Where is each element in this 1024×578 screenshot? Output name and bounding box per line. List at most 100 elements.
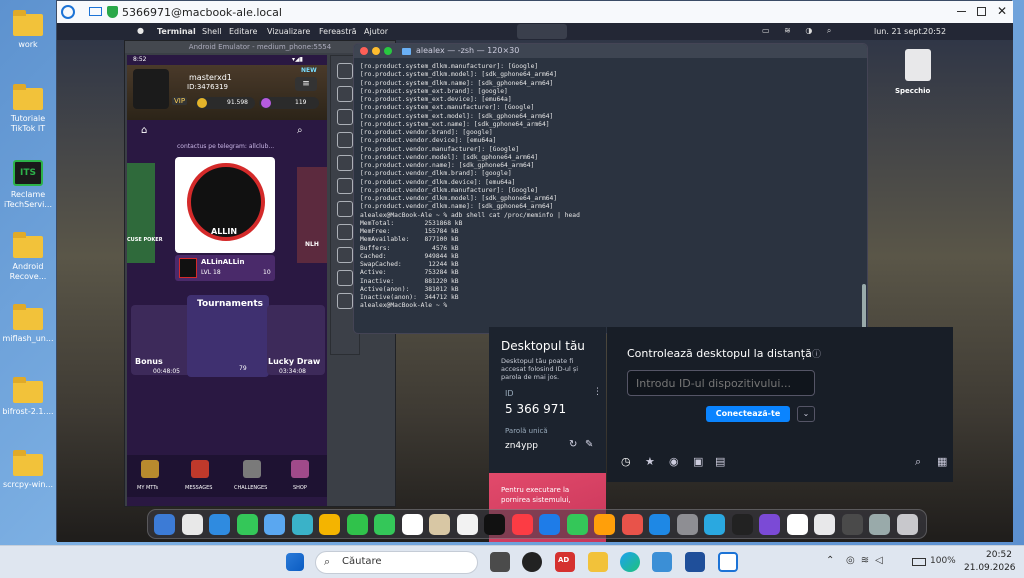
rotate-icon[interactable] <box>337 132 353 148</box>
search-icon[interactable]: ⌕ <box>297 125 303 136</box>
zoom-dot[interactable] <box>384 47 392 55</box>
maps-icon[interactable] <box>291 514 313 535</box>
star-tab-icon[interactable]: ★ <box>645 455 655 468</box>
volume-up-icon[interactable] <box>337 86 353 102</box>
music-icon[interactable] <box>511 514 533 535</box>
desktop-icon[interactable]: work <box>2 10 54 50</box>
nav-my-mtts-icon[interactable] <box>141 460 159 478</box>
desktop-icon[interactable]: miflash_un... <box>2 304 54 344</box>
remote-desktop-icon[interactable] <box>652 552 672 572</box>
nav-challenges[interactable]: CHALLENGES <box>234 485 267 491</box>
vip-badge[interactable]: VIP <box>172 97 188 105</box>
desktop-icon[interactable]: Android Recove... <box>2 232 54 282</box>
stack-icon[interactable] <box>869 514 890 535</box>
file-explorer-icon[interactable] <box>588 552 608 572</box>
nav-shop[interactable]: SHOP <box>293 485 307 491</box>
appstore-icon[interactable] <box>649 514 670 535</box>
minimize-icon[interactable] <box>957 11 966 12</box>
close-icon[interactable]: ✕ <box>997 4 1007 18</box>
avatar[interactable] <box>133 69 169 109</box>
finder-icon[interactable] <box>154 514 175 535</box>
home-button-icon[interactable] <box>337 247 353 263</box>
remote-window-titlebar[interactable]: 5366971@macbook-ale.local ✕ <box>57 1 1013 23</box>
search-box[interactable] <box>315 551 478 574</box>
menu-fereastra[interactable]: Fereastră <box>319 27 357 36</box>
nav-messages-icon[interactable] <box>191 460 209 478</box>
screens-tab-icon[interactable]: ▤ <box>715 455 725 468</box>
mail-icon[interactable] <box>264 514 285 535</box>
clock-tab-icon[interactable]: ◷ <box>621 455 631 468</box>
specchio-icon[interactable] <box>905 49 931 81</box>
menu-editare[interactable]: Editare <box>229 27 257 36</box>
phone-icon[interactable] <box>374 514 395 535</box>
contacts-icon[interactable] <box>429 514 450 535</box>
maximize-icon[interactable] <box>977 7 986 16</box>
edit-icon[interactable]: ✎ <box>585 439 593 450</box>
search-icon[interactable]: ⌕ <box>915 455 921 469</box>
terminal-window[interactable]: alealex — -zsh — 120×30 [ro.product.syst… <box>353 43 868 334</box>
camera-icon[interactable] <box>337 155 353 171</box>
facetime-icon[interactable] <box>346 514 368 535</box>
terminal-titlebar[interactable]: alealex — -zsh — 120×30 <box>354 44 867 58</box>
trash-icon[interactable] <box>896 514 918 535</box>
keynote-icon[interactable] <box>539 514 560 535</box>
minimize-dot[interactable] <box>372 47 380 55</box>
numbers-icon[interactable] <box>566 514 588 535</box>
left-table-card[interactable] <box>127 163 155 263</box>
tv-icon[interactable] <box>484 514 505 535</box>
help-icon[interactable]: ⓘ <box>812 347 821 360</box>
close-dot[interactable] <box>360 47 368 55</box>
edge-icon[interactable] <box>620 552 640 572</box>
more-icon[interactable] <box>337 293 353 309</box>
terminal-icon[interactable] <box>731 514 753 535</box>
anydesk-dock-icon[interactable] <box>704 514 725 535</box>
grid-view-icon[interactable]: ▦ <box>937 455 947 468</box>
refresh-icon[interactable]: ↻ <box>569 439 577 450</box>
menu-button[interactable]: ≡ <box>295 77 317 91</box>
volume-down-icon[interactable] <box>337 109 353 125</box>
rocket-icon[interactable] <box>621 514 643 535</box>
start-icon[interactable] <box>286 553 304 571</box>
terminal-scrollbar[interactable] <box>862 284 866 332</box>
app-taskbar-icon[interactable] <box>718 552 738 572</box>
home-icon[interactable]: ⌂ <box>141 125 147 136</box>
desktop-icon[interactable]: scrcpy-win... <box>2 450 54 490</box>
menu-shell[interactable]: Shell <box>202 27 222 36</box>
device-id-input[interactable] <box>627 370 815 396</box>
connect-button[interactable]: Conectează-te <box>706 406 790 422</box>
settings-icon[interactable] <box>676 514 698 535</box>
apple-icon[interactable]: ● <box>137 26 144 35</box>
document-icon[interactable] <box>814 514 835 535</box>
menu-terminal[interactable]: Terminal <box>157 27 196 36</box>
photos-icon[interactable] <box>319 514 340 535</box>
remote-desktop-window[interactable]: 5366971@macbook-ale.local ✕ ● Terminal S… <box>56 0 1013 542</box>
reminders-icon[interactable] <box>456 514 478 535</box>
monitor-icon[interactable] <box>89 7 102 16</box>
remote-toolbar[interactable] <box>517 24 567 39</box>
desktop-icon[interactable]: bifrost-2.1.... <box>2 377 54 417</box>
task-view-icon[interactable] <box>490 552 510 572</box>
messages-icon[interactable] <box>236 514 258 535</box>
pages-icon[interactable] <box>594 514 615 535</box>
chatgpt-icon[interactable] <box>522 552 542 572</box>
chevron-down-icon[interactable]: ⌄ <box>797 406 815 422</box>
power-icon[interactable] <box>337 63 353 79</box>
tray-chevron-icon[interactable]: ⌃ <box>826 555 834 566</box>
safari-icon[interactable] <box>209 514 230 535</box>
nav-challenges-icon[interactable] <box>243 460 261 478</box>
nav-shop-icon[interactable] <box>291 460 309 478</box>
id-options-icon[interactable]: ⋮ <box>593 387 602 397</box>
nav-my-mtts[interactable]: MY MTTs <box>137 485 158 491</box>
compass-tab-icon[interactable]: ◉ <box>669 455 679 468</box>
tray-icons[interactable]: ◎≋◁ <box>846 555 889 566</box>
desktop-icon[interactable]: ITS Reclame iTechServi... <box>2 160 54 210</box>
menu-ajutor[interactable]: Ajutor <box>364 27 388 36</box>
desktop-icon[interactable]: Tutoriale TikTok IT <box>2 84 54 134</box>
terminal-output[interactable]: [ro.product.system_dlkm.manufacturer]: [… <box>360 63 860 333</box>
nav-messages[interactable]: MESSAGES <box>185 485 212 491</box>
shortcuts-icon[interactable] <box>759 514 780 535</box>
phone-screen[interactable]: 8:52 ▾◢▮ masterxd1 ID:3476319 NEW ≡ VIP … <box>127 55 327 506</box>
fold-icon[interactable] <box>337 201 353 217</box>
overview-icon[interactable] <box>337 270 353 286</box>
back-icon[interactable] <box>337 224 353 240</box>
